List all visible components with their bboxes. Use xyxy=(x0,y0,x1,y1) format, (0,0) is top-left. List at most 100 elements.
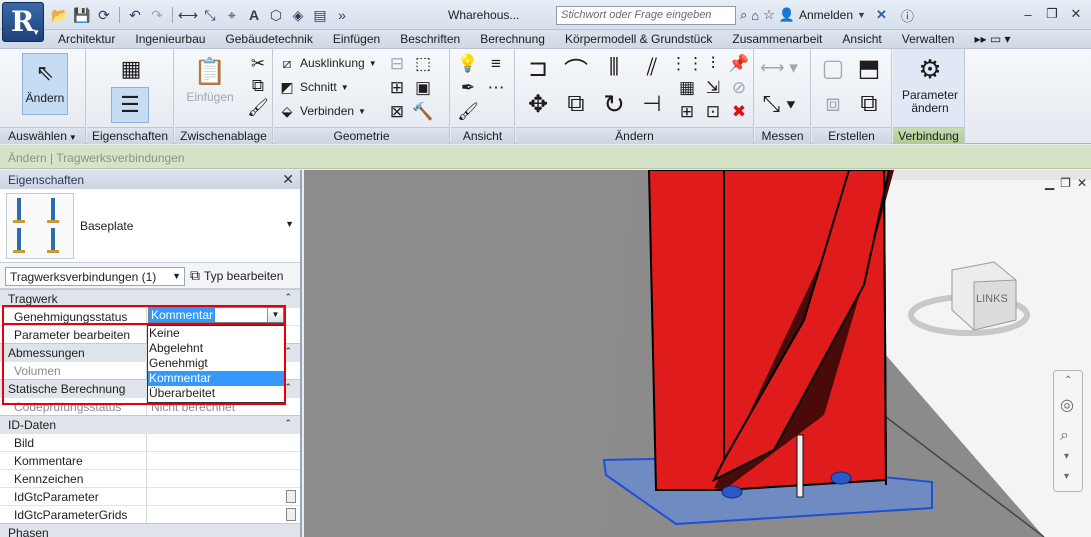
application-menu-button[interactable]: R ▼ xyxy=(2,2,44,42)
row-value[interactable] xyxy=(147,434,300,451)
close-icon[interactable]: ✕ xyxy=(282,171,294,188)
cope-button[interactable]: ⧄ Ausklinkung ▼ xyxy=(278,53,377,73)
tab-gebaeudetechnik[interactable]: Gebäudetechnik xyxy=(215,30,322,48)
navbar-options-icon[interactable]: ▾ xyxy=(1064,471,1069,482)
split-with-gap-icon[interactable]: ⫶ xyxy=(702,53,724,75)
switch-windows-icon[interactable]: ▤ xyxy=(310,5,330,25)
restore-icon[interactable]: ❐ xyxy=(1041,4,1063,24)
panel-label-select[interactable]: Auswählen ▼ xyxy=(0,127,85,144)
type-properties-icon[interactable]: ▦ xyxy=(116,55,146,83)
favorites-star-icon[interactable]: ☆ xyxy=(763,7,775,23)
ribbon-expand-icon[interactable]: ▸▸ ▭ ▾ xyxy=(964,30,1020,48)
trim-icon[interactable]: ⊡ xyxy=(702,101,724,123)
chevron-down-icon[interactable]: ▼ xyxy=(267,308,283,322)
measure-between-icon[interactable]: ⟷ ▾ xyxy=(759,57,799,79)
exchange-icon[interactable]: ✕ xyxy=(876,7,887,23)
pin-icon[interactable]: ⊞ xyxy=(676,101,698,123)
array-icon[interactable]: ▦ xyxy=(676,77,698,99)
row-value[interactable] xyxy=(147,452,300,469)
unjoin-icon[interactable]: ⊟ xyxy=(386,53,408,75)
restore-icon[interactable]: ❐ xyxy=(1060,176,1071,190)
row-value[interactable] xyxy=(147,488,300,505)
row-value[interactable] xyxy=(147,470,300,487)
align-icon[interactable]: ⊐ xyxy=(522,53,554,83)
option-ueberarbeitet[interactable]: Überarbeitet xyxy=(148,386,284,401)
chevron-down-icon[interactable]: ▾ xyxy=(1064,451,1069,462)
offset-icon[interactable]: ⌒ xyxy=(560,53,592,85)
text-icon[interactable]: A xyxy=(244,5,264,25)
cut-button[interactable]: ◩ Schnitt ▼ xyxy=(278,77,348,97)
open-icon[interactable]: 📂 xyxy=(50,5,70,25)
trim-extend-icon[interactable]: ⊣ xyxy=(636,89,668,119)
steering-wheel-icon[interactable]: ◎ xyxy=(1060,395,1074,415)
paste-button[interactable]: 📋 Einfügen xyxy=(183,55,237,104)
create-assembly-icon[interactable]: ▢ xyxy=(818,53,848,83)
edit-type-button[interactable]: ⧉ Typ bearbeiten xyxy=(190,267,283,284)
group-id-daten[interactable]: ID-Daten ⌃ xyxy=(0,415,300,433)
option-kommentar[interactable]: Kommentar xyxy=(148,371,284,386)
more-icon[interactable]: » xyxy=(332,5,352,25)
tab-ingenieurbau[interactable]: Ingenieurbau xyxy=(125,30,215,48)
mirror-pick-axis-icon[interactable]: ⫴ xyxy=(598,53,630,83)
demolish-hammer-icon[interactable]: 🔨 xyxy=(412,101,434,123)
modify-parameters-button[interactable]: ⚙ Parameter ändern xyxy=(899,53,961,115)
binoculars-icon[interactable]: ⌕ xyxy=(740,7,747,23)
sync-icon[interactable]: ⟳ xyxy=(94,5,114,25)
delete-icon[interactable]: ✖ xyxy=(728,101,750,123)
close-icon[interactable]: ✕ xyxy=(1065,4,1087,24)
section-icon[interactable]: ◈ xyxy=(288,5,308,25)
tab-zusammenarbeit[interactable]: Zusammenarbeit xyxy=(722,30,832,48)
measure-icon[interactable]: ⟷ xyxy=(178,5,198,25)
option-genehmigt[interactable]: Genehmigt xyxy=(148,356,284,371)
mirror-draw-axis-icon[interactable]: ⫽ xyxy=(636,53,668,83)
beam-column-join-icon[interactable]: ⊠ xyxy=(386,101,408,123)
tab-berechnung[interactable]: Berechnung xyxy=(470,30,555,48)
paint-icon[interactable]: ▣ xyxy=(412,77,434,99)
group-phasen[interactable]: Phasen xyxy=(0,523,300,537)
zoom-region-icon[interactable]: ⌕ xyxy=(1060,427,1069,445)
chevron-down-icon[interactable]: ▼ xyxy=(857,10,866,20)
option-keine[interactable]: Keine xyxy=(148,326,284,341)
unpin-alt-icon[interactable]: ⊘ xyxy=(728,77,750,99)
create-similar-icon[interactable]: ⧉ xyxy=(854,89,884,119)
linework-pen-icon[interactable]: ✒ xyxy=(457,77,479,99)
tab-koerpermodell[interactable]: Körpermodell & Grundstück xyxy=(555,30,722,48)
tab-ansicht[interactable]: Ansicht xyxy=(832,30,891,48)
3d-view-icon[interactable]: ⬡ xyxy=(266,5,286,25)
copy-element-icon[interactable]: ⧉ xyxy=(560,89,592,119)
wall-join-icon[interactable]: ⬚ xyxy=(412,53,434,75)
subscription-icon[interactable]: ⌂ xyxy=(751,8,759,23)
tab-einfuegen[interactable]: Einfügen xyxy=(323,30,390,48)
redo-icon[interactable]: ↷ xyxy=(147,5,167,25)
edit-button-icon[interactable] xyxy=(286,508,296,521)
minimize-icon[interactable]: ▁ xyxy=(1045,176,1054,190)
move-icon[interactable]: ✥ xyxy=(522,89,554,119)
chevron-down-icon[interactable]: ▼ xyxy=(285,219,294,229)
override-graphics-icon[interactable]: ≡ xyxy=(485,53,507,75)
dimension-icon[interactable]: ⤡ xyxy=(200,5,220,25)
aligned-dimension-icon[interactable]: ⤡ ▾ xyxy=(759,89,799,119)
user-icon[interactable]: 👤 xyxy=(779,7,795,23)
type-selector[interactable]: Baseplate ▼ xyxy=(0,189,300,263)
element-filter-select[interactable]: Tragwerksverbindungen (1) ▼ xyxy=(5,267,185,286)
tab-architektur[interactable]: Architektur xyxy=(48,30,125,48)
properties-palette-icon[interactable]: ☰ xyxy=(111,87,149,123)
sign-in-link[interactable]: Anmelden xyxy=(799,8,853,22)
unpin-icon[interactable]: 📌 xyxy=(728,53,750,75)
approval-status-select[interactable]: Kommentar ▼ xyxy=(148,307,284,323)
minimize-icon[interactable]: – xyxy=(1017,4,1039,24)
tag-icon[interactable]: ⌖ xyxy=(222,5,242,25)
tab-beschriften[interactable]: Beschriften xyxy=(390,30,470,48)
undo-icon[interactable]: ↶ xyxy=(125,5,145,25)
modify-button[interactable]: ⇖ Ändern xyxy=(22,53,68,115)
split-element-icon[interactable]: ⋮⋮ xyxy=(670,53,704,75)
match-properties-icon[interactable]: 🖌 xyxy=(247,97,269,119)
create-parts-icon[interactable]: ⬒ xyxy=(854,53,884,83)
search-input[interactable]: Stichwort oder Frage eingeben xyxy=(556,6,736,25)
navbar-close-icon[interactable]: ⌃ xyxy=(1064,375,1072,386)
join-button[interactable]: ⬙ Verbinden ▼ xyxy=(278,101,366,121)
create-group-icon[interactable]: ⧈ xyxy=(818,89,848,119)
save-icon[interactable]: 💾 xyxy=(72,5,92,25)
paint-brush-icon[interactable]: 🖌 xyxy=(457,101,479,123)
rotate-icon[interactable]: ↻ xyxy=(598,89,630,119)
